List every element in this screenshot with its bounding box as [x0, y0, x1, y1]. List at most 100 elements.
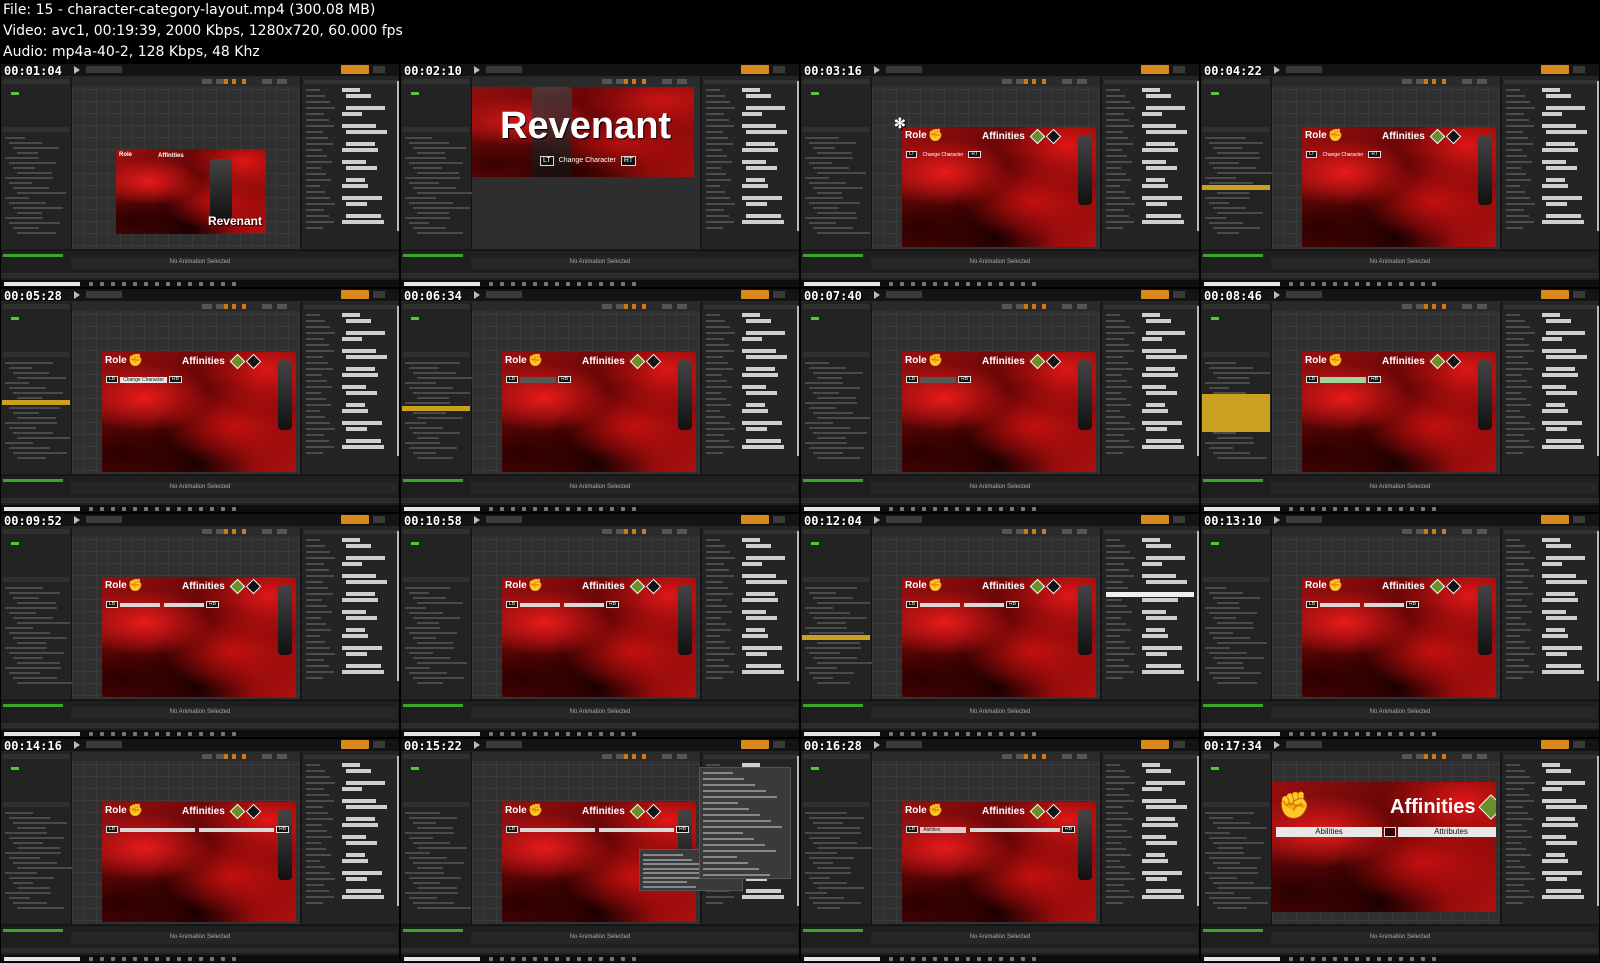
dropdown-item[interactable] [703, 838, 754, 840]
hierarchy-tree-line[interactable] [405, 217, 450, 219]
details-property-field[interactable] [342, 670, 384, 674]
category-slot[interactable] [1364, 602, 1405, 607]
editor-tab[interactable] [1286, 516, 1322, 523]
category-slot[interactable] [520, 376, 557, 383]
graph-mode-button[interactable] [1573, 516, 1585, 523]
taskbar-app-icon[interactable] [533, 957, 537, 961]
hierarchy-selected-row[interactable] [402, 406, 470, 411]
play-icon[interactable] [874, 66, 880, 74]
details-property-field[interactable] [1546, 142, 1575, 146]
hierarchy-tree-line[interactable] [5, 362, 53, 364]
taskbar-app-icon[interactable] [588, 282, 592, 286]
details-property-field[interactable] [746, 355, 787, 359]
taskbar-app-icon[interactable] [944, 957, 948, 961]
taskbar-app-icon[interactable] [1366, 957, 1370, 961]
graph-mode-button[interactable] [1173, 741, 1185, 748]
viewport-toolbar-button[interactable] [642, 754, 646, 759]
details-property-field[interactable] [742, 112, 762, 116]
hierarchy-tree-line[interactable] [817, 212, 856, 214]
details-property-field[interactable] [1146, 769, 1171, 773]
hierarchy-tree-line[interactable] [413, 392, 470, 394]
details-scrollbar[interactable] [397, 756, 399, 906]
details-property-field[interactable] [746, 427, 767, 431]
hierarchy-tree-line[interactable] [805, 217, 857, 219]
taskbar-app-icon[interactable] [632, 732, 636, 736]
hierarchy-tree-line[interactable] [1217, 847, 1243, 849]
viewport-toolbar-button[interactable] [1424, 304, 1428, 309]
details-property-field[interactable] [1542, 160, 1566, 164]
taskbar-app-icon[interactable] [188, 507, 192, 511]
hierarchy-tree-line[interactable] [805, 812, 847, 814]
details-property-field[interactable] [1542, 196, 1582, 200]
taskbar-app-icon[interactable] [500, 507, 504, 511]
hierarchy-tree-line[interactable] [809, 837, 840, 839]
details-property-field[interactable] [746, 556, 785, 560]
play-icon[interactable] [74, 741, 80, 749]
taskbar-app-icon[interactable] [199, 957, 203, 961]
hierarchy-tree-line[interactable] [417, 847, 467, 849]
details-property-field[interactable] [1546, 439, 1581, 443]
category-slot[interactable] [1320, 602, 1361, 607]
details-property-field[interactable] [346, 427, 367, 431]
designer-viewport[interactable]: Revenant LT Change Character RT [472, 77, 700, 249]
details-property-field[interactable] [342, 124, 376, 128]
taskbar-app-icon[interactable] [933, 732, 937, 736]
details-property-field[interactable] [342, 859, 368, 863]
designer-viewport[interactable]: Role ✊ Affinities LT Change Character RT ✻ [872, 77, 1100, 249]
taskbar-app-icon[interactable] [1432, 507, 1436, 511]
viewport-toolbar-button[interactable] [277, 304, 287, 309]
details-property-field[interactable] [746, 544, 771, 548]
details-property-field[interactable] [1142, 313, 1160, 317]
taskbar-app-icon[interactable] [922, 282, 926, 286]
details-property-field[interactable] [1142, 445, 1184, 449]
details-property-field[interactable] [742, 88, 760, 92]
category-slot[interactable] [970, 827, 1061, 832]
taskbar-app-icon[interactable] [1311, 957, 1315, 961]
viewport-toolbar-button[interactable] [1442, 754, 1446, 759]
taskbar-app-icon[interactable] [1377, 732, 1381, 736]
hierarchy-tree-line[interactable] [409, 652, 433, 654]
taskbar-app-icon[interactable] [933, 507, 937, 511]
hierarchy-tree-line[interactable] [413, 597, 446, 599]
taskbar-app-icon[interactable] [522, 282, 526, 286]
details-property-field[interactable] [342, 598, 378, 602]
details-property-field[interactable] [1546, 367, 1575, 371]
details-property-field[interactable] [1146, 94, 1171, 98]
viewport-toolbar-button[interactable] [1477, 304, 1487, 309]
play-icon[interactable] [74, 66, 80, 74]
taskbar-app-icon[interactable] [177, 507, 181, 511]
hierarchy-tree-line[interactable] [405, 587, 450, 589]
graph-mode-button[interactable] [373, 741, 385, 748]
play-icon[interactable] [74, 516, 80, 524]
taskbar-app-icon[interactable] [1032, 732, 1036, 736]
taskbar-app-icon[interactable] [1032, 282, 1036, 286]
taskbar-app-icon[interactable] [566, 282, 570, 286]
hierarchy-tree-line[interactable] [813, 432, 867, 434]
taskbar-app-icon[interactable] [966, 282, 970, 286]
details-property-field[interactable] [1546, 889, 1581, 893]
designer-viewport[interactable]: Role ✊ Affinities LB RB [472, 527, 700, 699]
taskbar-app-icon[interactable] [1322, 957, 1326, 961]
viewport-toolbar-button[interactable] [202, 529, 212, 534]
designer-mode-button[interactable] [1141, 65, 1169, 74]
taskbar-app-icon[interactable] [1300, 507, 1304, 511]
taskbar-app-icon[interactable] [111, 282, 115, 286]
dropdown-item[interactable] [643, 854, 683, 856]
editor-tab[interactable] [886, 291, 922, 298]
viewport-toolbar-button[interactable] [677, 304, 687, 309]
details-property-field[interactable] [1546, 106, 1585, 110]
details-property-field[interactable] [346, 106, 385, 110]
taskbar-app-icon[interactable] [177, 732, 181, 736]
hierarchy-tree-line[interactable] [405, 157, 446, 159]
animation-add-bar[interactable] [3, 704, 63, 707]
taskbar-app-icon[interactable] [900, 507, 904, 511]
details-property-field[interactable] [1542, 763, 1560, 767]
details-scrollbar[interactable] [397, 306, 399, 456]
taskbar-app-icon[interactable] [188, 957, 192, 961]
details-property-field[interactable] [746, 331, 785, 335]
hierarchy-tree-line[interactable] [413, 187, 456, 189]
viewport-toolbar-button[interactable] [662, 754, 672, 759]
taskbar-app-icon[interactable] [1333, 507, 1337, 511]
details-property-field[interactable] [746, 106, 785, 110]
taskbar-app-icon[interactable] [1410, 957, 1414, 961]
